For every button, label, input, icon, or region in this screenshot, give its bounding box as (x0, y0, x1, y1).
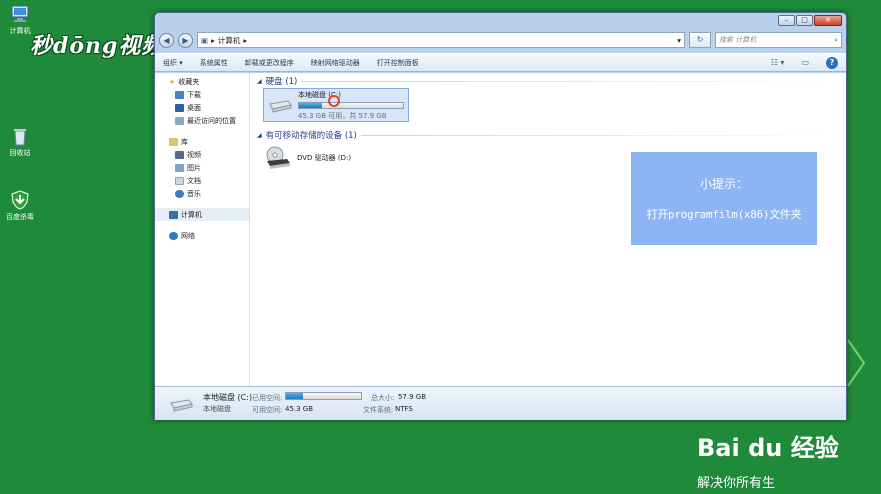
group-header-removable[interactable]: ◢ 有可移动存储的设备 (1) (257, 128, 846, 142)
details-drive-name: 本地磁盘 (C:) (203, 393, 253, 402)
search-placeholder: 搜索 计算机 (719, 36, 757, 44)
details-free-label: 可用空间: (252, 406, 283, 414)
collapse-icon: ◢ (257, 77, 262, 85)
desktop-icon-recycle-bin[interactable]: 回收站 (0, 126, 40, 158)
video-watermark-logo: 秒dōng视频 (30, 33, 165, 59)
computer-icon: ▣ (201, 35, 209, 45)
details-usage-bar (285, 392, 362, 400)
desktop-icon-label: 计算机 (9, 27, 31, 35)
organize-menu[interactable]: 组织 ▾ (163, 58, 183, 68)
search-input[interactable]: 搜索 计算机 ⌕ (715, 32, 842, 48)
details-used-label: 已用空间: (252, 394, 283, 402)
sidebar-item-videos[interactable]: 视频 (155, 148, 249, 161)
sidebar-item-downloads[interactable]: 下载 (155, 88, 249, 101)
tip-overlay: 小提示： 打开programfilm(x86)文件夹 (631, 152, 817, 245)
breadcrumb-computer[interactable]: 计算机 (218, 35, 241, 46)
computer-icon (169, 210, 178, 219)
documents-icon (175, 176, 184, 185)
details-filesystem-label: 文件系统: (363, 406, 394, 414)
details-filesystem-value: NTFS (395, 405, 413, 413)
collapse-icon: ◢ (257, 131, 262, 139)
recycle-bin-icon (14, 129, 26, 146)
navigation-pane: ★ 收藏夹 下载 桌面 最近访问的位置 库 视频 图片 文档 音乐 计算机 网络 (155, 73, 250, 386)
sidebar-item-computer[interactable]: 计算机 (155, 208, 249, 221)
sidebar-item-pictures[interactable]: 图片 (155, 161, 249, 174)
system-properties-button[interactable]: 系统属性 (200, 58, 228, 68)
hard-drive-icon (170, 399, 193, 412)
refresh-button[interactable]: ↻ (689, 32, 711, 48)
title-bar[interactable]: – □ ✕ (155, 13, 846, 29)
desktop-icon-antivirus[interactable]: 百度杀毒 (0, 190, 40, 222)
navigation-bar: ◀ ▶ ▣ ▸ 计算机 ▸ ▾ ↻ 搜索 计算机 ⌕ (159, 30, 842, 50)
close-button[interactable]: ✕ (814, 15, 842, 26)
address-dropdown-icon[interactable]: ▾ (677, 36, 681, 45)
drive-name: 本地磁盘 (C:) (298, 90, 341, 99)
drive-space-text: 45.3 GB 可用，共 57.9 GB (298, 111, 387, 120)
chevron-right-icon (846, 338, 866, 388)
antivirus-shield-icon (11, 190, 29, 210)
command-bar: 组织 ▾ 系统属性 卸载或更改程序 映射网络驱动器 打开控制面板 ☷ ▾ ▭ ? (155, 53, 846, 72)
hard-drive-icon (269, 100, 292, 113)
back-button[interactable]: ◀ (159, 32, 174, 48)
tip-title: 小提示： (699, 177, 748, 191)
sidebar-item-favorites[interactable]: ★ 收藏夹 (155, 75, 249, 88)
maximize-button[interactable]: □ (796, 15, 813, 26)
details-pane: 本地磁盘 (C:) 本地磁盘 已用空间: 可用空间: 45.3 GB 总大小: … (155, 386, 846, 420)
pictures-icon (175, 163, 184, 172)
help-icon[interactable]: ? (826, 56, 838, 69)
map-network-drive-button[interactable]: 映射网络驱动器 (311, 58, 360, 68)
details-usage-fill (286, 393, 303, 399)
downloads-icon (175, 90, 184, 99)
view-options-icon[interactable]: ☷ ▾ (771, 58, 785, 67)
breadcrumb-separator: ▸ (211, 35, 215, 45)
sidebar-item-desktop[interactable]: 桌面 (155, 101, 249, 114)
library-icon (169, 137, 178, 146)
sidebar-item-documents[interactable]: 文档 (155, 174, 249, 187)
group-header-hard-disks[interactable]: ◢ 硬盘 (1) (257, 74, 846, 88)
sidebar-item-libraries[interactable]: 库 (155, 135, 249, 148)
address-bar[interactable]: ▣ ▸ 计算机 ▸ ▾ (197, 32, 685, 48)
search-icon: ⌕ (834, 35, 838, 44)
details-drive-type: 本地磁盘 (203, 405, 231, 413)
breadcrumb-separator: ▸ (243, 35, 248, 45)
forward-button[interactable]: ▶ (178, 32, 193, 48)
explorer-body: ★ 收藏夹 下载 桌面 最近访问的位置 库 视频 图片 文档 音乐 计算机 网络… (155, 73, 846, 386)
drive-usage-fill (299, 102, 322, 108)
details-total-value: 57.9 GB (398, 393, 427, 401)
baidu-slogan: 解决你所有生 (697, 476, 776, 491)
recent-places-icon (175, 116, 184, 125)
baidu-jingyan-logo: Bai du 经验 (697, 434, 839, 462)
sidebar-item-recent-places[interactable]: 最近访问的位置 (155, 114, 249, 127)
videos-icon (175, 150, 184, 159)
explorer-window: – □ ✕ ◀ ▶ ▣ ▸ 计算机 ▸ ▾ ↻ 搜索 计算机 ⌕ 组织 ▾ 系统… (154, 12, 847, 420)
drive-name: DVD 驱动器 (D:) (297, 154, 352, 162)
sidebar-item-music[interactable]: 音乐 (155, 187, 249, 200)
desktop-icon-label: 百度杀毒 (6, 213, 34, 221)
computer-icon (11, 5, 29, 22)
uninstall-program-button[interactable]: 卸载或更改程序 (245, 58, 294, 68)
open-control-panel-button[interactable]: 打开控制面板 (377, 58, 419, 68)
preview-pane-icon[interactable]: ▭ (801, 58, 809, 67)
sidebar-item-network[interactable]: 网络 (155, 229, 249, 242)
music-icon (175, 189, 184, 198)
minimize-button[interactable]: – (778, 15, 795, 26)
tip-text: 打开programfilm(x86)文件夹 (646, 208, 802, 221)
desktop-icon-label: 回收站 (9, 149, 31, 157)
desktop-icon (175, 103, 184, 112)
drive-usage-bar (298, 101, 404, 109)
click-highlight-cursor (328, 95, 340, 107)
details-total-label: 总大小: (371, 394, 395, 402)
details-free-value: 45.3 GB (285, 405, 314, 413)
network-icon (169, 231, 178, 240)
star-icon: ★ (169, 77, 176, 86)
dvd-drive-icon (266, 146, 290, 169)
